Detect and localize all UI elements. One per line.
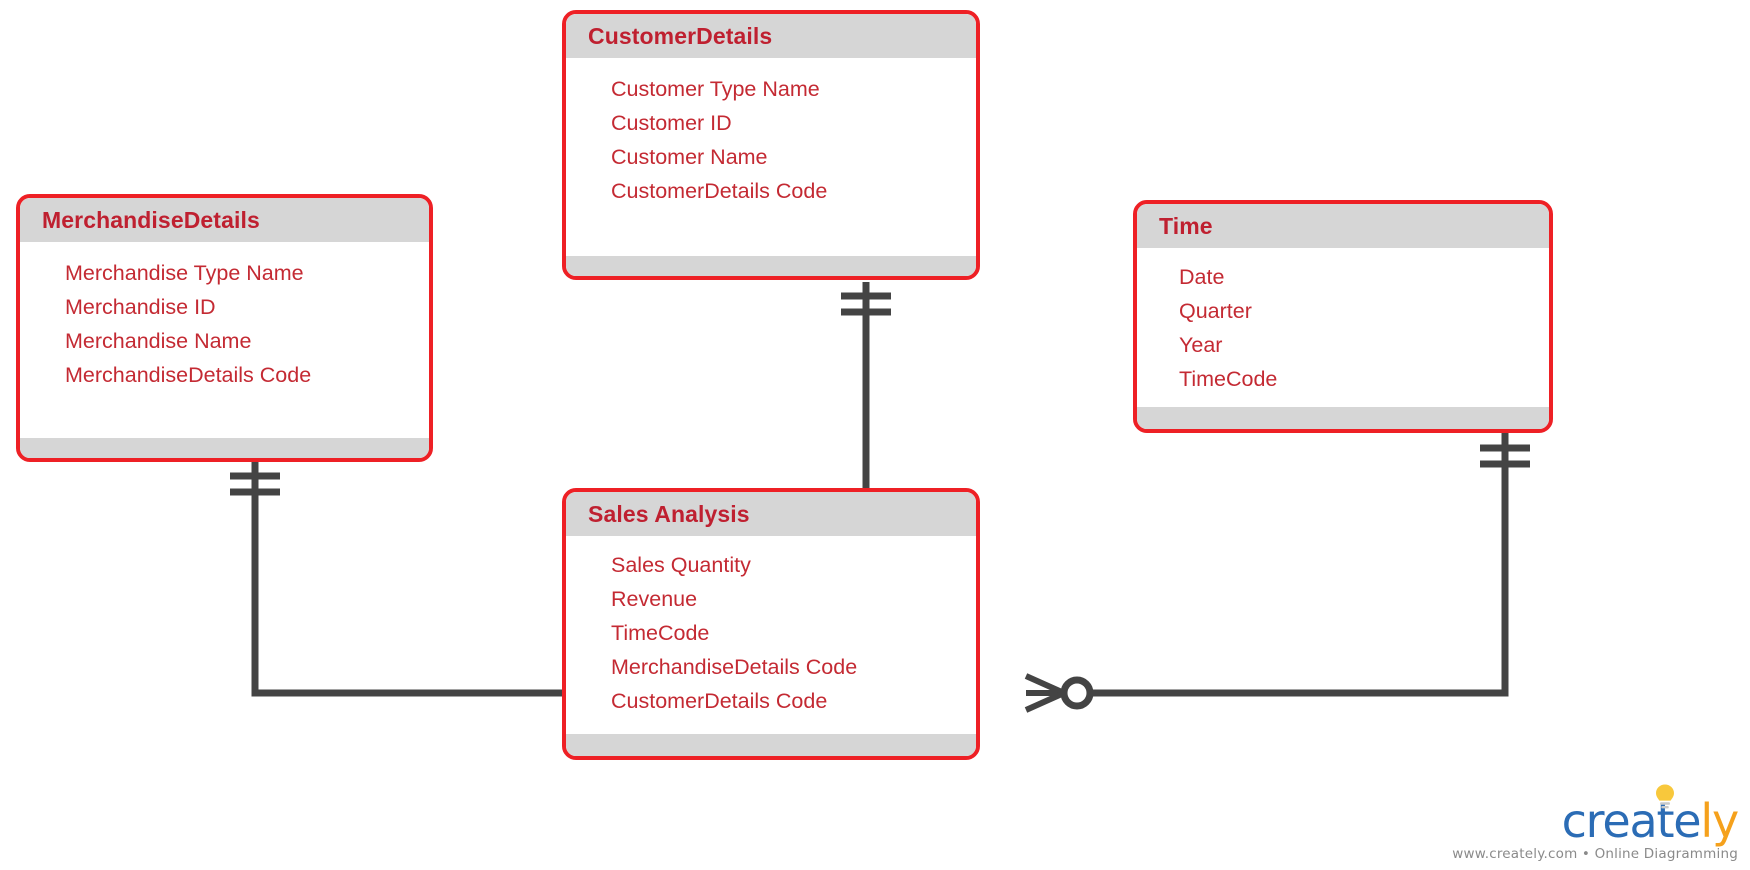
diagram-canvas: MerchandiseDetails Merchandise Type Name… (0, 0, 1750, 870)
attribute-row: Sales Quantity (611, 553, 751, 577)
entity-title: MerchandiseDetails (42, 206, 260, 233)
attribute-row: CustomerDetails Code (611, 689, 828, 713)
attribute-row: TimeCode (1179, 367, 1278, 391)
entity-attribute-list: Customer Type Name Customer ID Customer … (566, 58, 976, 256)
attribute-row: MerchandiseDetails Code (65, 363, 312, 387)
entity-header: Sales Analysis (566, 492, 976, 536)
entity-customerdetails[interactable]: CustomerDetails Customer Type Name Custo… (562, 10, 980, 280)
watermark-tagline: www.creately.com • Online Diagramming (1452, 846, 1738, 862)
entity-merchandisedetails[interactable]: MerchandiseDetails Merchandise Type Name… (16, 194, 433, 462)
entity-sales-analysis[interactable]: Sales Analysis Sales Quantity Revenue Ti… (562, 488, 980, 760)
entity-footer (1137, 407, 1549, 429)
attribute-row: Customer ID (611, 111, 732, 135)
attribute-row: Revenue (611, 587, 698, 611)
attribute-row: Quarter (1179, 299, 1252, 323)
lightbulb-icon (1656, 784, 1674, 809)
entity-attribute-list: Sales Quantity Revenue TimeCode Merchand… (566, 536, 976, 734)
attribute-row: MerchandiseDetails Code (611, 655, 858, 679)
entity-title: Time (1159, 212, 1213, 239)
brand-text-e: e (1673, 794, 1701, 848)
attribute-row: Date (1179, 265, 1225, 289)
creately-logo: creat e ly (1408, 784, 1739, 848)
attribute-row: Merchandise Name (65, 329, 252, 353)
attribute-row: TimeCode (611, 621, 710, 645)
entity-footer (20, 438, 429, 458)
relationship-time-sales[interactable] (1024, 433, 1530, 713)
attribute-row: Customer Name (611, 145, 768, 169)
attribute-row: Customer Type Name (611, 77, 820, 101)
brand-text-accent: ly (1700, 794, 1739, 848)
entity-header: MerchandiseDetails (20, 198, 429, 242)
entity-header: Time (1137, 204, 1549, 248)
creately-watermark: creat e ly www.creately.com • Online Dia… (1408, 784, 1739, 862)
entity-footer (566, 256, 976, 276)
attribute-row: CustomerDetails Code (611, 179, 828, 203)
entity-attribute-list: Date Quarter Year TimeCode (1137, 248, 1549, 407)
attribute-row: Merchandise ID (65, 295, 216, 319)
entity-title: Sales Analysis (588, 500, 750, 527)
entity-time[interactable]: Time Date Quarter Year TimeCode (1133, 200, 1553, 433)
entity-footer (566, 734, 976, 756)
entity-title: CustomerDetails (588, 22, 773, 49)
attribute-row: Year (1179, 333, 1223, 357)
entity-header: CustomerDetails (566, 14, 976, 58)
attribute-row: Merchandise Type Name (65, 261, 304, 285)
entity-attribute-list: Merchandise Type Name Merchandise ID Mer… (20, 242, 429, 438)
